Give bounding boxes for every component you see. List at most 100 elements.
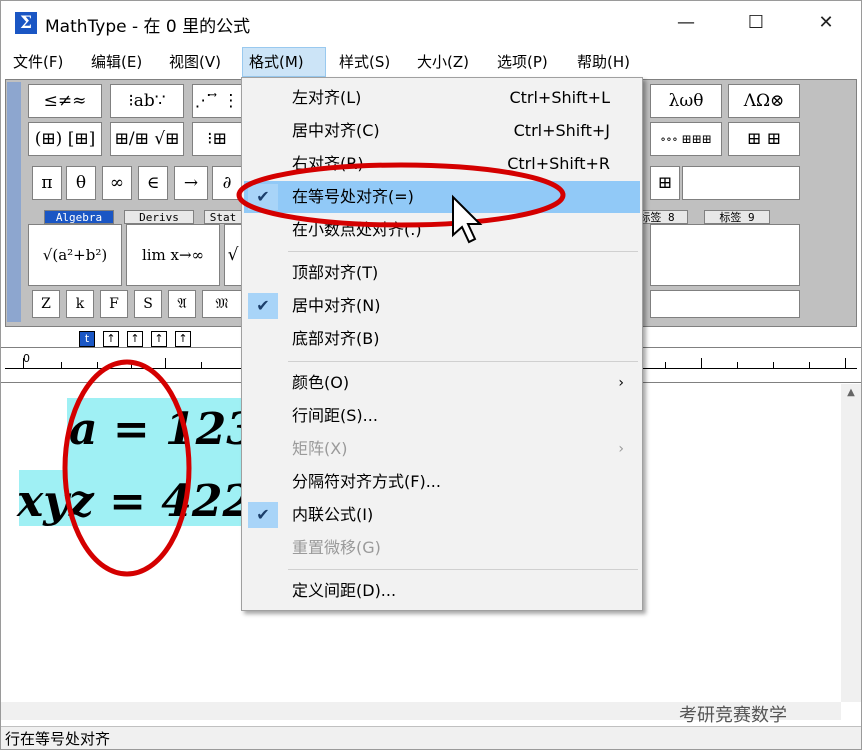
tab-algebra[interactable]: Algebra bbox=[44, 210, 114, 224]
status-bar: 行在等号处对齐 bbox=[1, 726, 861, 749]
menu-view[interactable]: 视图(V) bbox=[163, 47, 227, 77]
menu-item-label: 分隔符对齐方式(F)... bbox=[292, 472, 441, 491]
relations-palette-button[interactable]: ≤≠≈ bbox=[28, 84, 102, 118]
spaces-palette-button[interactable]: ⁝ab∵ bbox=[110, 84, 184, 118]
ruler-tick bbox=[737, 362, 738, 368]
infinity-symbol-button[interactable]: ∞ bbox=[102, 166, 132, 200]
ruler-tick bbox=[61, 362, 62, 368]
tab-label-9[interactable]: 标签 9 bbox=[704, 210, 770, 224]
tab-derivs[interactable]: Derivs bbox=[124, 210, 194, 224]
ruler-tick bbox=[23, 358, 24, 368]
matrix-palette-button[interactable]: ∘∘∘ ⊞⊞⊞ bbox=[650, 122, 722, 156]
menu-options[interactable]: 选项(P) bbox=[491, 47, 554, 77]
toolbar-size-button-4[interactable]: ↑ bbox=[151, 331, 167, 347]
vertical-scrollbar[interactable]: ▲ bbox=[841, 384, 861, 702]
menu-item-label: 重置微移(G) bbox=[292, 538, 381, 557]
menu-item-delimiter-alignment[interactable]: 分隔符对齐方式(F)... bbox=[244, 466, 640, 498]
root-template-button[interactable]: √ bbox=[224, 224, 242, 286]
menu-item-shortcut: Ctrl+Shift+L bbox=[509, 88, 610, 107]
menu-file[interactable]: 文件(F) bbox=[7, 47, 69, 77]
empty-symbol-slot[interactable] bbox=[650, 290, 800, 318]
fractions-palette-button[interactable]: ⊞/⊞ √⊞ bbox=[110, 122, 184, 156]
ruler-tick bbox=[165, 358, 166, 368]
maximize-button[interactable]: ☐ bbox=[733, 5, 779, 41]
toolbar-size-button-2[interactable]: ↑ bbox=[103, 331, 119, 347]
sqrt-sum-template-button[interactable]: √(a²+b²) bbox=[28, 224, 122, 286]
watermark: 考研竞赛数学 bbox=[679, 705, 787, 726]
menu-item-align-top[interactable]: 顶部对齐(T) bbox=[244, 257, 640, 289]
scripts-palette-button[interactable]: ⁝⊞ bbox=[192, 122, 242, 156]
empty-slot-button[interactable] bbox=[682, 166, 800, 200]
menu-item-line-spacing[interactable]: 行间距(S)... bbox=[244, 400, 640, 432]
element-of-symbol-button[interactable]: ∈ bbox=[138, 166, 168, 200]
limit-template-button[interactable]: lim x→∞ bbox=[126, 224, 220, 286]
menu-item-label: 内联公式(I) bbox=[292, 505, 374, 524]
empty-template-button[interactable] bbox=[650, 224, 800, 286]
embellishments-palette-button[interactable]: ⋰ ⃗ ⋮ bbox=[192, 84, 242, 118]
toolbar-size-button-3[interactable]: ↑ bbox=[127, 331, 143, 347]
menu-item-reset-nudge[interactable]: 重置微移(G) bbox=[244, 532, 640, 564]
fraktur-a-button[interactable]: 𝔄 bbox=[168, 290, 196, 318]
ruler-tick bbox=[845, 358, 846, 368]
double-struck-k-button[interactable]: k bbox=[66, 290, 94, 318]
menu-item-shortcut: Ctrl+Shift+J bbox=[513, 121, 610, 140]
menu-item-label: 右对齐(R) bbox=[292, 154, 364, 173]
menu-item-align-middle[interactable]: ✔ 居中对齐(N) bbox=[244, 290, 640, 322]
menu-item-label: 底部对齐(B) bbox=[292, 329, 380, 348]
menu-format[interactable]: 格式(M) bbox=[242, 47, 326, 77]
ruler-tick bbox=[97, 362, 98, 368]
menu-item-align-bottom[interactable]: 底部对齐(B) bbox=[244, 323, 640, 355]
fraktur-m-button[interactable]: 𝔐 bbox=[202, 290, 242, 318]
menu-edit[interactable]: 编辑(E) bbox=[85, 47, 148, 77]
theta-symbol-button[interactable]: θ bbox=[66, 166, 96, 200]
minimize-button[interactable]: — bbox=[663, 5, 709, 41]
title-bar: Σ MathType - 在 0 里的公式 — ☐ ✕ bbox=[1, 1, 861, 45]
menu-item-align-center[interactable]: 居中对齐(C) Ctrl+Shift+J bbox=[244, 115, 640, 147]
menu-item-align-at-equals[interactable]: ✔ 在等号处对齐(=) bbox=[244, 181, 640, 213]
double-struck-f-button[interactable]: F bbox=[100, 290, 128, 318]
menu-item-label: 居中对齐(C) bbox=[292, 121, 380, 140]
double-struck-z-button[interactable]: Z bbox=[32, 290, 60, 318]
greek-lower-palette-button[interactable]: λωθ bbox=[650, 84, 722, 118]
ruler-tick bbox=[131, 362, 132, 368]
toolbar-size-button-5[interactable]: ↑ bbox=[175, 331, 191, 347]
close-button[interactable]: ✕ bbox=[803, 5, 849, 41]
toolbar-size-button-1[interactable]: t bbox=[79, 331, 95, 347]
checkmark-icon: ✔ bbox=[248, 293, 278, 319]
pi-symbol-button[interactable]: π bbox=[32, 166, 62, 200]
scroll-up-arrow-icon[interactable]: ▲ bbox=[841, 384, 861, 402]
ruler-tick bbox=[773, 362, 774, 368]
menu-item-label: 定义间距(D)... bbox=[292, 581, 397, 600]
menu-item-color[interactable]: 颜色(O) › bbox=[244, 367, 640, 399]
menu-style[interactable]: 样式(S) bbox=[333, 47, 396, 77]
tab-stat[interactable]: Stat bbox=[204, 210, 242, 224]
menu-item-label: 在等号处对齐(=) bbox=[292, 187, 414, 206]
boxes-palette-button[interactable]: ⊞ ⊞ bbox=[728, 122, 800, 156]
menu-item-align-right[interactable]: 右对齐(R) Ctrl+Shift+R bbox=[244, 148, 640, 180]
toolbar-grip bbox=[7, 82, 21, 322]
menu-help[interactable]: 帮助(H) bbox=[571, 47, 636, 77]
ruler-tick bbox=[809, 362, 810, 368]
menu-item-matrix[interactable]: 矩阵(X) › bbox=[244, 433, 640, 465]
menu-item-label: 居中对齐(N) bbox=[292, 296, 381, 315]
double-struck-s-button[interactable]: S bbox=[134, 290, 162, 318]
fences-palette-button[interactable]: (⊞) [⊞] bbox=[28, 122, 102, 156]
menu-item-shortcut: Ctrl+Shift+R bbox=[507, 154, 610, 173]
menu-item-align-at-decimal[interactable]: 在小数点处对齐(.) bbox=[244, 214, 640, 246]
menu-item-align-left[interactable]: 左对齐(L) Ctrl+Shift+L bbox=[244, 82, 640, 114]
menu-item-inline-equation[interactable]: ✔ 内联公式(I) bbox=[244, 499, 640, 531]
menu-bar: 文件(F) 编辑(E) 视图(V) 格式(M) 样式(S) 大小(Z) 选项(P… bbox=[1, 47, 861, 77]
ruler-tick bbox=[201, 362, 202, 368]
greek-upper-palette-button[interactable]: ΛΩ⊗ bbox=[728, 84, 800, 118]
menu-item-define-spacing[interactable]: 定义间距(D)... bbox=[244, 575, 640, 607]
menu-item-label: 在小数点处对齐(.) bbox=[292, 220, 422, 239]
equation-line-1[interactable]: a = 123 bbox=[69, 404, 257, 455]
arrow-symbol-button[interactable]: → bbox=[174, 166, 208, 200]
window-title: MathType - 在 0 里的公式 bbox=[45, 17, 251, 37]
template-symbol-button[interactable]: ⊞ bbox=[650, 166, 680, 200]
menu-separator bbox=[288, 361, 638, 362]
equation-line-2[interactable]: xyz = 422 bbox=[17, 476, 253, 527]
partial-symbol-button[interactable]: ∂ bbox=[212, 166, 242, 200]
menu-item-label: 颜色(O) bbox=[292, 373, 350, 392]
menu-size[interactable]: 大小(Z) bbox=[411, 47, 475, 77]
